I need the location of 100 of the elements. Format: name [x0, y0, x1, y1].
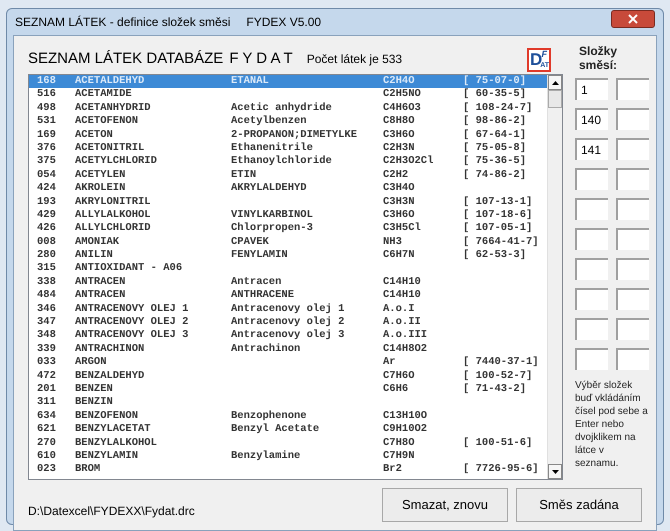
substance-row[interactable]: 348 ANTRACENOVY OLEJ 3 Antracenovy olej 3 A.o.III: [29, 329, 547, 343]
component-field[interactable]: [575, 228, 608, 250]
substance-row[interactable]: 270 BENZYLALKOHOL C7H8O [ 100-51-6]: [29, 436, 547, 450]
component-field[interactable]: [616, 168, 649, 190]
substance-name: ACETANHYDRID: [75, 102, 152, 116]
substance-row[interactable]: 634 BENZOFENON Benzophenone C13H10O: [29, 410, 547, 424]
substance-row[interactable]: 338 ANTRACEN Antracen C14H10: [29, 276, 547, 290]
substance-name: ALLYLALKOHOL: [75, 208, 152, 222]
substance-row[interactable]: 315 ANTIOXIDANT - A06: [29, 262, 547, 276]
action-button[interactable]: Smazat, znovu: [382, 488, 508, 522]
substance-row[interactable]: 201 BENZEN C6H6 [ 71-43-2]: [29, 382, 547, 396]
substance-formula: C7H8O: [383, 436, 416, 450]
substance-row[interactable]: 008 AMONIAK CPAVEK NH3 [ 7664-41-7]: [29, 236, 547, 250]
substance-row[interactable]: 376 ACETONITRIL Ethanenitrile C2H3N [ 75-05-8]: [29, 142, 547, 156]
scroll-up-button[interactable]: [548, 75, 562, 90]
substance-synonym: Antracenovy olej 2: [231, 316, 346, 329]
cas-number: [ 67-64-1]: [463, 128, 528, 142]
substance-number: 376: [37, 142, 57, 156]
substance-number: 338: [37, 276, 57, 290]
substance-row[interactable]: 054 ACETYLEN ETIN C2H2 [ 74-86-2]: [29, 168, 547, 182]
scroll-down-button[interactable]: [548, 464, 562, 479]
substance-row[interactable]: 531 ACETOFENON Acetylbenzen C8H8O [ 98-86-2]: [29, 115, 547, 129]
component-field[interactable]: [616, 78, 649, 100]
cas-number: [ 60-35-5]: [463, 88, 528, 102]
component-field[interactable]: [575, 348, 608, 370]
component-field[interactable]: 140: [575, 108, 608, 130]
scrollbar[interactable]: [547, 75, 562, 479]
substance-name: ANTRACEN: [75, 289, 126, 303]
component-field[interactable]: [616, 348, 649, 370]
component-field[interactable]: 141: [575, 138, 608, 160]
substance-row[interactable]: 023 BROM Br2 [ 7726-95-6]: [29, 463, 547, 477]
component-field[interactable]: [616, 288, 649, 310]
substance-name: ACETOFENON: [75, 115, 140, 129]
substance-row[interactable]: 375 ACETYLCHLORID Ethanoylchloride C2H3O2Cl [ 75-36-5]: [29, 155, 547, 169]
component-field[interactable]: [575, 258, 608, 280]
component-field[interactable]: [616, 318, 649, 340]
substance-synonym: CPAVEK: [231, 236, 270, 250]
substance-formula: C2H5NO: [383, 88, 422, 102]
component-field[interactable]: [575, 168, 608, 190]
substance-row[interactable]: 169 ACETON 2-PROPANON;DIMETYLKE C3H6O [ 67-64-1]: [29, 128, 547, 142]
substance-row[interactable]: 193 AKRYLONITRIL C3H3N [ 107-13-1]: [29, 196, 547, 209]
substance-row[interactable]: 484 ANTRACEN ANTHRACENE C14H10: [29, 289, 547, 303]
substance-row[interactable]: 472 BENZALDEHYD C7H6O [ 100-52-7]: [29, 370, 547, 383]
substance-synonym: Benzyl Acetate: [231, 423, 320, 437]
substance-row[interactable]: 516 ACETAMIDE C2H5NO [ 60-35-5]: [29, 88, 547, 102]
substance-number: 168: [37, 75, 57, 88]
component-field[interactable]: [616, 198, 649, 220]
substance-row[interactable]: 311 BENZIN: [29, 396, 547, 410]
close-button[interactable]: [611, 10, 655, 28]
substance-name: BENZYLAMIN: [75, 450, 140, 464]
substance-formula: Ar: [383, 356, 397, 370]
substance-row[interactable]: 280 ANILIN FENYLAMIN C6H7N [ 62-53-3]: [29, 249, 547, 262]
substance-synonym: Benzylamine: [231, 450, 302, 464]
up-arrow-icon: [552, 80, 558, 84]
component-field[interactable]: [616, 228, 649, 250]
cas-number: [ 62-53-3]: [463, 249, 528, 262]
cas-number: [ 108-24-7]: [463, 102, 534, 115]
component-field[interactable]: [575, 318, 608, 340]
cas-number: [ 75-36-5]: [463, 155, 528, 169]
cas-number: [ 7440-37-1]: [463, 356, 540, 370]
component-field[interactable]: [575, 288, 608, 310]
substance-formula: A.o.III: [383, 329, 428, 343]
substance-row[interactable]: 429 ALLYLALKOHOL VINYLKARBINOL C3H6O [ 107-18-6]: [29, 208, 547, 222]
substance-synonym: Ethanenitrile: [231, 142, 314, 155]
substance-number: 531: [37, 115, 57, 129]
substance-synonym: Antrachinon: [231, 342, 302, 356]
substance-formula: C6H7N: [383, 249, 416, 262]
component-field[interactable]: [575, 198, 608, 220]
scroll-thumb[interactable]: [548, 90, 562, 108]
substance-formula: C3H4O: [383, 182, 416, 196]
substance-name: AKROLEIN: [75, 182, 126, 196]
substance-number: 008: [37, 236, 57, 250]
substance-synonym: AKRYLALDEHYD: [231, 182, 308, 196]
cas-number: [ 75-07-0]: [463, 75, 528, 88]
substance-number: 270: [37, 436, 57, 450]
substance-row[interactable]: 426 ALLYLCHLORID Chlorpropen-3 C3H5Cl [ 107-05-1]: [29, 222, 547, 236]
cas-number: [ 107-05-1]: [463, 222, 534, 236]
substance-synonym: Antracenovy olej 3: [231, 329, 346, 343]
substance-row[interactable]: 424 AKROLEIN AKRYLALDEHYD C3H4O: [29, 182, 547, 196]
substance-row[interactable]: 033 ARGON Ar [ 7440-37-1]: [29, 356, 547, 370]
substance-row[interactable]: 498 ACETANHYDRID Acetic anhydride C4H6O3 [ 108-24-7]: [29, 102, 547, 116]
cas-number: [ 107-18-6]: [463, 208, 534, 222]
substance-row[interactable]: 346 ANTRACENOVY OLEJ 1 Antracenovy olej 1 A.o.I: [29, 302, 547, 316]
file-path: D:\Datexcel\FYDEXX\Fydat.drc: [28, 503, 195, 520]
substance-row[interactable]: 339 ANTRACHINON Antrachinon C14H8O2: [29, 342, 547, 356]
component-field[interactable]: [616, 258, 649, 280]
substance-row[interactable]: 610 BENZYLAMIN Benzylamine C7H9N: [29, 450, 547, 464]
substance-number: 033: [37, 356, 57, 370]
component-field[interactable]: [616, 108, 649, 130]
substance-row[interactable]: 621 BENZYLACETAT Benzyl Acetate C9H10O2: [29, 423, 547, 437]
substance-name: ACETALDEHYD: [75, 75, 146, 88]
substance-synonym: 2-PROPANON;DIMETYLKE: [231, 128, 358, 142]
substance-row[interactable]: 347 ANTRACENOVY OLEJ 2 Antracenovy olej 2 A.o.II: [29, 316, 547, 330]
substance-number: 346: [37, 302, 57, 316]
action-button[interactable]: Směs zadána: [516, 488, 642, 522]
cas-number: [ 7664-41-7]: [463, 236, 540, 249]
substance-synonym: ETANAL: [231, 75, 270, 88]
component-field[interactable]: [616, 138, 649, 160]
component-field[interactable]: 1: [575, 78, 608, 100]
substance-formula: C2H2: [383, 168, 410, 182]
